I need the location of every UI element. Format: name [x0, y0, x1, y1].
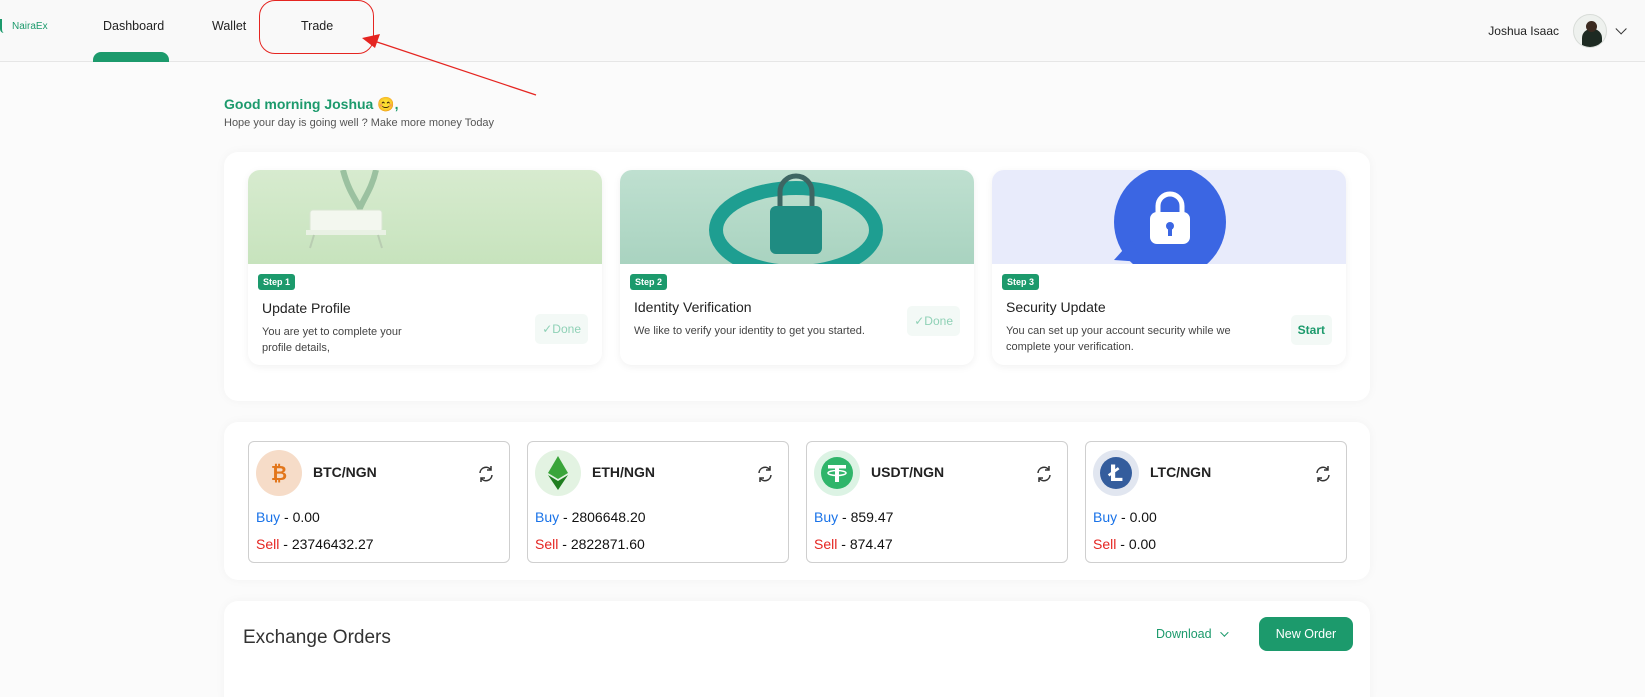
onboarding-steps-panel: Step 1 Update Profile You are yet to com… [224, 152, 1370, 401]
svg-text:Ł: Ł [1108, 462, 1123, 487]
buy-rate: Buy - 0.00 [256, 509, 320, 525]
rate-card-ltc: Ł LTC/NGN Buy - 0.00 Sell - 0.00 [1085, 441, 1347, 563]
chevron-down-icon[interactable] [1615, 23, 1627, 35]
buy-rate: Buy - 2806648.20 [535, 509, 646, 525]
ethereum-icon [535, 450, 581, 496]
buy-rate: Buy - 859.47 [814, 509, 894, 525]
rate-card-btc: ₿ BTC/NGN Buy - 0.00 Sell - 23746432.27 [248, 441, 510, 563]
step-badge: Step 1 [258, 274, 296, 290]
nav-dashboard[interactable]: Dashboard [103, 19, 164, 33]
litecoin-icon: Ł [1093, 450, 1139, 496]
rate-card-eth: ETH/NGN Buy - 2806648.20 Sell - 2822871.… [527, 441, 789, 563]
sell-rate: Sell - 23746432.27 [256, 536, 374, 552]
step-description: You can set up your account security whi… [1006, 325, 1231, 353]
step-card-security-update: Step 3 Security Update You can set up yo… [992, 170, 1346, 365]
start-button[interactable]: Start [1290, 315, 1332, 345]
tether-icon [814, 450, 860, 496]
refresh-icon[interactable] [477, 465, 495, 483]
brand-logo[interactable]: NairaEx [0, 19, 48, 33]
step-description: You are yet to complete your profile det… [262, 326, 402, 354]
user-name: Joshua Isaac [1488, 24, 1559, 38]
lock-bubble-illustration [992, 170, 1346, 264]
step-title: Update Profile [262, 300, 351, 316]
greeting-subtitle: Hope your day is going well ? Make more … [224, 117, 495, 129]
step-badge: Step 2 [630, 274, 668, 290]
step-description: We like to verify your identity to get y… [634, 325, 865, 337]
step-badge: Step 3 [1002, 274, 1040, 290]
svg-text:₿: ₿ [271, 461, 287, 485]
download-label: Download [1156, 627, 1212, 641]
done-button[interactable]: ✓Done [907, 306, 960, 336]
bitcoin-icon: ₿ [256, 450, 302, 496]
bench-illustration [248, 170, 602, 264]
padlock-illustration [620, 170, 974, 264]
pair-label: USDT/NGN [871, 464, 945, 480]
trade-highlight-annotation [259, 0, 374, 54]
avatar[interactable] [1573, 14, 1607, 48]
pair-label: ETH/NGN [592, 464, 655, 480]
buy-rate: Buy - 0.00 [1093, 509, 1157, 525]
pair-label: LTC/NGN [1150, 464, 1212, 480]
greeting-title: Good morning Joshua 😊, [224, 96, 399, 112]
nav-active-indicator [93, 52, 169, 62]
step-card-identity-verification: Step 2 Identity Verification We like to … [620, 170, 974, 365]
refresh-icon[interactable] [756, 465, 774, 483]
user-menu[interactable]: Joshua Isaac [1488, 14, 1645, 48]
brand-name: NairaEx [12, 20, 48, 32]
logo-icon [0, 19, 8, 33]
sell-rate: Sell - 0.00 [1093, 536, 1157, 552]
top-navbar: NairaEx Dashboard Wallet Trade Joshua Is… [0, 0, 1645, 62]
step-title: Identity Verification [634, 299, 752, 315]
refresh-icon[interactable] [1035, 465, 1053, 483]
nav-wallet[interactable]: Wallet [212, 19, 246, 33]
rates-panel: ₿ BTC/NGN Buy - 0.00 Sell - 23746432.27 … [224, 422, 1370, 580]
pair-label: BTC/NGN [313, 464, 377, 480]
refresh-icon[interactable] [1314, 465, 1332, 483]
done-button[interactable]: ✓Done [535, 314, 588, 344]
step-card-update-profile: Step 1 Update Profile You are yet to com… [248, 170, 602, 365]
chevron-down-icon [1219, 628, 1229, 637]
rate-card-usdt: USDT/NGN Buy - 859.47 Sell - 874.47 [806, 441, 1068, 563]
orders-title: Exchange Orders [243, 627, 391, 648]
sell-rate: Sell - 2822871.60 [535, 536, 645, 552]
exchange-orders-panel: Exchange Orders Download New Order [224, 601, 1370, 697]
step-title: Security Update [1006, 299, 1106, 315]
download-dropdown[interactable]: Download [1156, 627, 1229, 641]
new-order-button[interactable]: New Order [1259, 617, 1353, 651]
annotation-arrow-icon [362, 34, 537, 96]
sell-rate: Sell - 874.47 [814, 536, 893, 552]
